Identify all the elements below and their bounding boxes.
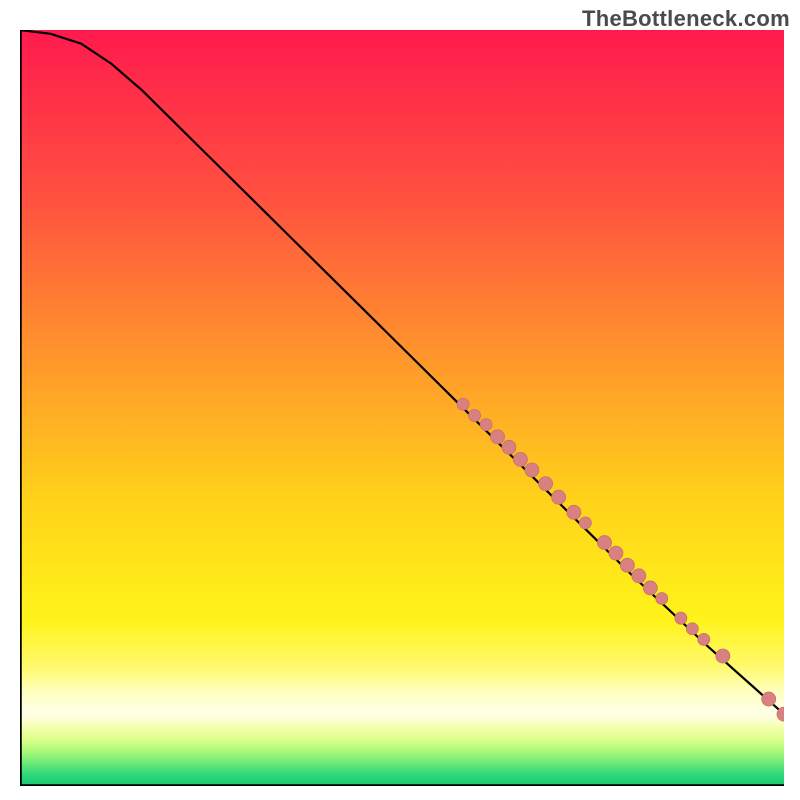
attribution-label: TheBottleneck.com: [582, 6, 790, 32]
axes: [20, 30, 784, 786]
data-marker: [620, 558, 634, 572]
data-marker: [579, 517, 591, 529]
data-marker: [762, 692, 776, 706]
data-marker: [686, 623, 698, 635]
data-marker: [513, 452, 527, 466]
data-markers: [457, 398, 784, 721]
data-marker: [656, 593, 668, 605]
data-marker: [480, 419, 492, 431]
chart-container: TheBottleneck.com: [0, 0, 800, 800]
data-marker: [457, 398, 469, 410]
data-marker: [609, 546, 623, 560]
data-marker: [502, 440, 516, 454]
data-marker: [716, 649, 730, 663]
data-marker: [675, 612, 687, 624]
data-marker: [597, 536, 611, 550]
data-marker: [469, 410, 481, 422]
data-marker: [552, 490, 566, 504]
data-marker: [643, 581, 657, 595]
data-marker: [525, 463, 539, 477]
chart-overlay: [20, 30, 784, 786]
curve-line: [20, 30, 784, 714]
data-marker: [491, 430, 505, 444]
chart-area: [20, 30, 784, 786]
data-marker: [539, 477, 553, 491]
data-marker: [632, 569, 646, 583]
data-marker: [567, 505, 581, 519]
data-marker: [698, 633, 710, 645]
